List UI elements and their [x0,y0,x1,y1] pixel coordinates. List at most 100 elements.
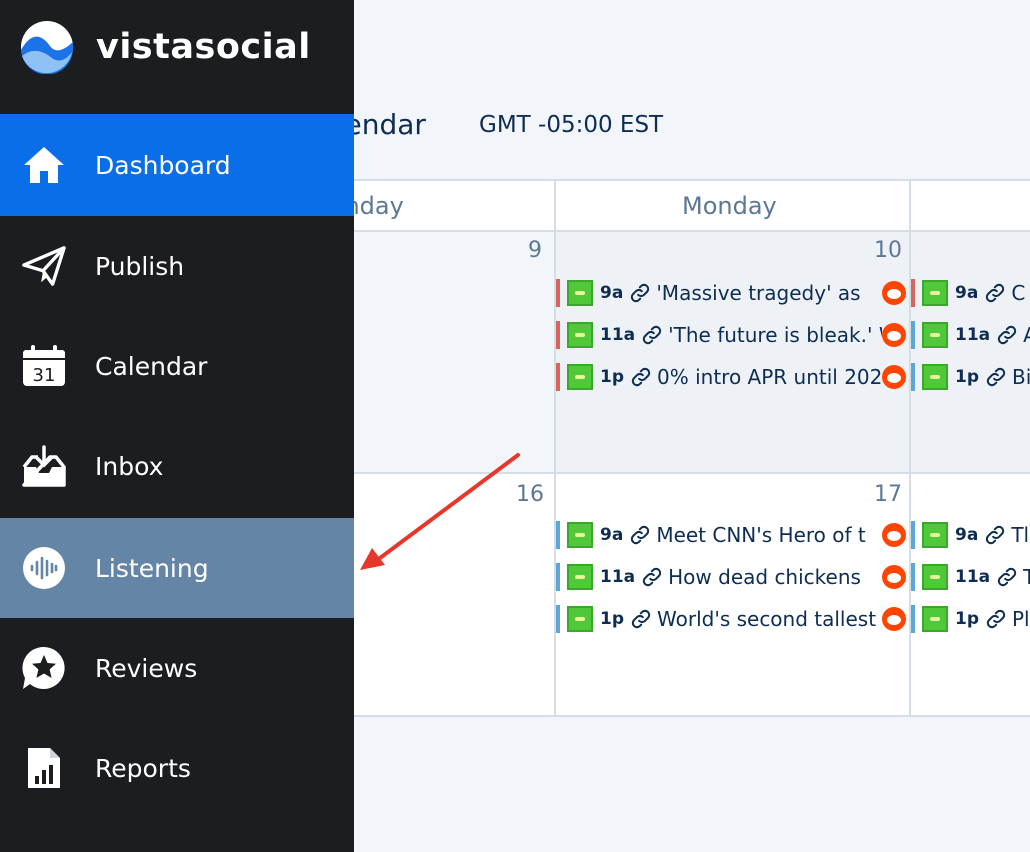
scheduled-post[interactable]: 11a 'The future is bleak.' W [556,321,906,349]
post-text: 'Massive tragedy' as [656,281,861,305]
post-text: 0% intro APR until 2025 [657,365,882,389]
link-icon [985,608,1007,630]
sidebar-item-dashboard[interactable]: Dashboard [0,114,354,216]
post-time: 11a [955,325,991,345]
sidebar-item-calendar[interactable]: 31 Calendar [0,316,354,416]
post-time: 1p [600,367,624,387]
scheduled-post[interactable]: 9a 'Massive tragedy' as [556,279,906,307]
star-badge-icon [22,646,66,690]
scheduled-post[interactable]: 1p 0% intro APR until 2025 [556,363,906,391]
calendar-icon: 31 [22,344,66,388]
brand[interactable]: vistasocial [20,20,311,74]
scheduled-post[interactable]: 9a Meet CNN's Hero of t [556,521,906,549]
link-icon [630,366,652,388]
post-thumbnail [922,364,948,390]
sidebar: vistasocial Dashboard Publish 31 Calenda… [0,0,354,852]
scheduled-post[interactable]: 1p Bi [911,363,1030,391]
timezone-label[interactable]: GMT -05:00 EST [479,112,663,138]
post-thumbnail [567,280,593,306]
scheduled-post[interactable]: 11a T [911,563,1030,591]
post-time: 11a [955,567,991,587]
date-number: 16 [516,482,544,507]
reddit-icon [882,281,906,305]
post-text: Meet CNN's Hero of t [656,523,866,547]
post-thumbnail [922,322,948,348]
post-status-bar [556,363,560,391]
post-thumbnail [567,322,593,348]
link-icon [641,324,663,346]
post-thumbnail [567,606,593,632]
post-thumbnail [922,522,948,548]
calendar-cell[interactable] [911,474,1030,716]
day-header-monday: Monday [556,180,910,232]
sound-wave-icon [22,546,66,590]
post-thumbnail [567,522,593,548]
sidebar-item-label: Publish [95,251,185,281]
post-time: 1p [600,609,624,629]
link-icon [629,524,651,546]
scheduled-post[interactable]: 1p World's second tallest [556,605,906,633]
post-text: C [1011,281,1026,305]
link-icon [630,608,652,630]
sidebar-item-reviews[interactable]: Reviews [0,618,354,718]
sidebar-item-label: Reviews [95,653,198,683]
scheduled-post[interactable]: 11a How dead chickens [556,563,906,591]
svg-text:31: 31 [33,365,56,386]
post-thumbnail [567,564,593,590]
date-number: 9 [528,238,542,263]
post-status-bar [911,605,915,633]
post-time: 9a [600,283,624,303]
sidebar-item-label: Calendar [95,351,208,381]
grid-line [909,180,911,717]
post-status-bar [556,279,560,307]
post-time: 11a [600,325,636,345]
link-icon [996,324,1018,346]
scheduled-post[interactable]: 9a Tl [911,521,1030,549]
link-icon [996,566,1018,588]
calendar-cell[interactable] [911,232,1030,472]
post-text: How dead chickens [668,565,861,589]
post-text: 'The future is bleak.' W [668,323,882,347]
post-status-bar [911,521,915,549]
post-status-bar [911,363,915,391]
post-text: World's second tallest [657,607,877,631]
post-thumbnail [922,564,948,590]
reddit-icon [882,565,906,589]
scheduled-post[interactable]: 9a C [911,279,1030,307]
link-icon [985,366,1007,388]
post-text: A [1023,323,1030,347]
scheduled-post[interactable]: 11a A [911,321,1030,349]
post-time: 1p [955,609,979,629]
post-status-bar [911,321,915,349]
calendar-cell[interactable]: 17 [556,474,910,716]
link-icon [984,524,1006,546]
report-icon [22,746,66,790]
link-icon [629,282,651,304]
date-number: 17 [874,482,902,507]
day-header-tuesday [911,180,1030,232]
sidebar-item-listening[interactable]: Listening [0,518,354,618]
reddit-icon [882,323,906,347]
post-status-bar [556,321,560,349]
post-status-bar [911,563,915,591]
reddit-icon [882,523,906,547]
sidebar-item-label: Listening [95,553,209,583]
sidebar-item-label: Reports [95,753,191,783]
post-time: 9a [955,525,979,545]
post-time: 11a [600,567,636,587]
sidebar-item-reports[interactable]: Reports [0,718,354,818]
reddit-icon [882,365,906,389]
scheduled-post[interactable]: 1p Pl [911,605,1030,633]
post-status-bar [556,605,560,633]
link-icon [984,282,1006,304]
sidebar-item-publish[interactable]: Publish [0,216,354,316]
post-time: 9a [600,525,624,545]
post-time: 1p [955,367,979,387]
calendar-cell[interactable]: 10 [556,232,910,472]
vistasocial-logo-icon [21,21,74,74]
grid-line [554,180,556,717]
sidebar-item-label: Inbox [95,451,164,481]
sidebar-item-inbox[interactable]: Inbox [0,416,354,516]
post-text: Pl [1012,607,1030,631]
post-status-bar [556,563,560,591]
